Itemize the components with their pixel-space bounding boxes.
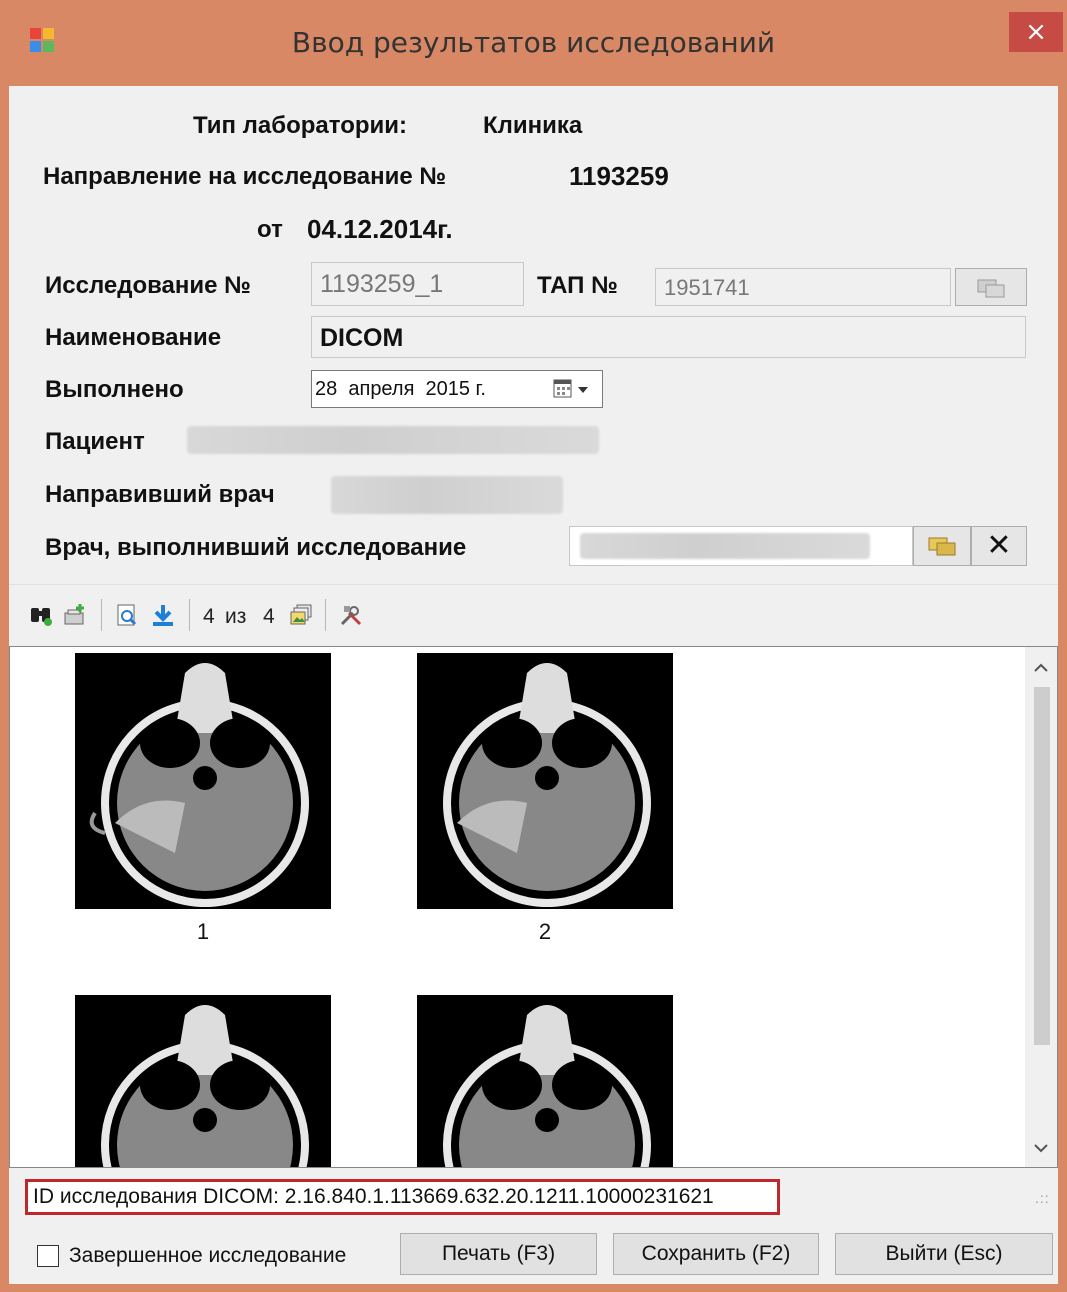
page-current: 4: [203, 605, 215, 628]
client-area: Тип лаборатории: Клиника Направление на …: [9, 86, 1058, 1284]
referral-date: 04.12.2014г.: [307, 214, 453, 244]
name-field[interactable]: DICOM: [311, 316, 1026, 358]
exit-button[interactable]: Выйти (Esc): [835, 1233, 1053, 1275]
tap-select-button[interactable]: [955, 268, 1027, 306]
gallery-icon[interactable]: [289, 603, 313, 627]
page-separator: из: [225, 605, 247, 628]
completed-label: Завершенное исследование: [69, 1244, 347, 1267]
print-button[interactable]: Печать (F3): [400, 1233, 597, 1275]
download-icon[interactable]: [151, 603, 175, 627]
tap-field[interactable]: 1951741: [655, 268, 951, 306]
folders-icon: [928, 537, 956, 556]
thumbnail-label: 2: [538, 919, 552, 944]
preview-icon[interactable]: [115, 603, 139, 627]
performing-doctor-select-button[interactable]: [913, 526, 971, 566]
referral-label: Направление на исследование №: [43, 163, 447, 190]
completed-checkbox[interactable]: [37, 1245, 59, 1267]
scroll-up-icon[interactable]: [1025, 653, 1057, 683]
performing-doctor-label: Врач, выполнивший исследование: [45, 534, 467, 561]
resize-grip[interactable]: .::: [1035, 1190, 1050, 1206]
image-toolbar: 4 из 4: [9, 584, 1058, 641]
done-date-picker[interactable]: 28 апреля 2015 г.: [311, 370, 603, 408]
vertical-scrollbar[interactable]: [1025, 647, 1057, 1167]
ct-scan-image: [89, 663, 309, 907]
lab-type-label: Тип лаборатории:: [193, 112, 408, 139]
scrollbar-thumb[interactable]: [1034, 687, 1050, 1045]
dicom-id-status: ID исследования DICOM: 2.16.840.1.113669…: [25, 1179, 780, 1215]
image-viewer[interactable]: 1 2: [9, 646, 1058, 1168]
lab-type-value: Клиника: [483, 112, 583, 139]
done-date-value: 28 апреля 2015 г.: [315, 378, 486, 400]
calendar-dropdown-icon[interactable]: [552, 377, 596, 401]
tools-icon[interactable]: [339, 603, 363, 627]
save-button[interactable]: Сохранить (F2): [613, 1233, 819, 1275]
done-label: Выполнено: [45, 376, 184, 403]
ct-scan-image: [443, 663, 651, 907]
referring-doctor-redacted: [331, 476, 563, 514]
add-image-icon[interactable]: [63, 603, 87, 627]
dialog-window: Ввод результатов исследований × Тип лабо…: [0, 0, 1067, 1292]
referring-doctor-label: Направивший врач: [45, 481, 275, 508]
performing-doctor-field[interactable]: [569, 526, 913, 566]
tap-value: 1951741: [664, 275, 750, 300]
date-prefix: от: [257, 216, 283, 243]
dicom-thumbnail[interactable]: [75, 653, 331, 909]
study-number-field[interactable]: 1193259_1: [311, 262, 524, 306]
binoculars-icon[interactable]: [29, 603, 53, 627]
study-number-value: 1193259_1: [320, 270, 444, 298]
patient-label: Пациент: [45, 428, 145, 455]
performing-doctor-redacted: [580, 533, 870, 559]
toolbar-separator: [325, 599, 326, 631]
thumbnail-label: 1: [196, 919, 210, 944]
ct-scan-image: [101, 1005, 309, 1167]
name-value: DICOM: [320, 324, 404, 352]
scroll-down-icon[interactable]: [1025, 1133, 1057, 1163]
patient-name-redacted: [187, 426, 599, 454]
name-label: Наименование: [45, 324, 222, 351]
dicom-thumbnail[interactable]: [417, 995, 673, 1167]
page-total: 4: [263, 605, 275, 628]
study-number-label: Исследование №: [45, 272, 251, 299]
close-button[interactable]: ×: [1009, 12, 1063, 52]
window-title: Ввод результатов исследований: [291, 26, 776, 59]
folders-icon: [977, 279, 1005, 298]
tap-label: ТАП №: [537, 272, 618, 299]
toolbar-separator: [189, 599, 190, 631]
dicom-thumbnail[interactable]: [75, 995, 331, 1167]
ct-scan-image: [443, 1005, 651, 1167]
toolbar-separator: [101, 599, 102, 631]
title-bar[interactable]: Ввод результатов исследований ×: [0, 0, 1067, 86]
referral-number: 1193259: [569, 161, 669, 191]
clear-doctor-button[interactable]: ✕: [971, 526, 1027, 566]
dicom-thumbnail[interactable]: [417, 653, 673, 909]
